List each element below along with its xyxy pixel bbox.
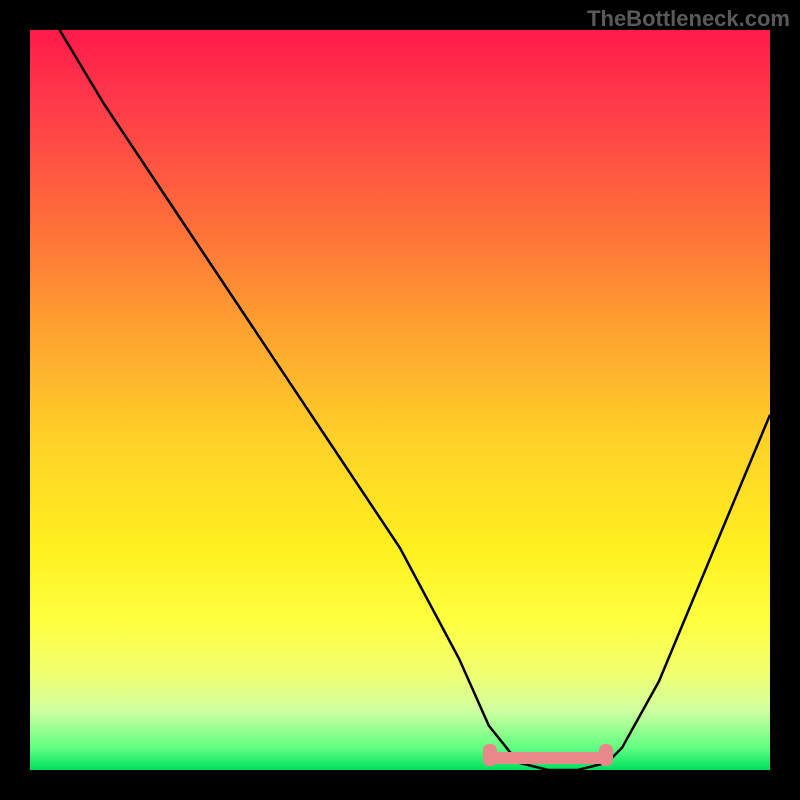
flat-region-bar	[491, 752, 605, 764]
watermark-text: TheBottleneck.com	[587, 6, 790, 32]
bottleneck-curve	[30, 30, 770, 770]
chart-plot-area	[30, 30, 770, 770]
flat-region-right-cap	[599, 744, 613, 766]
